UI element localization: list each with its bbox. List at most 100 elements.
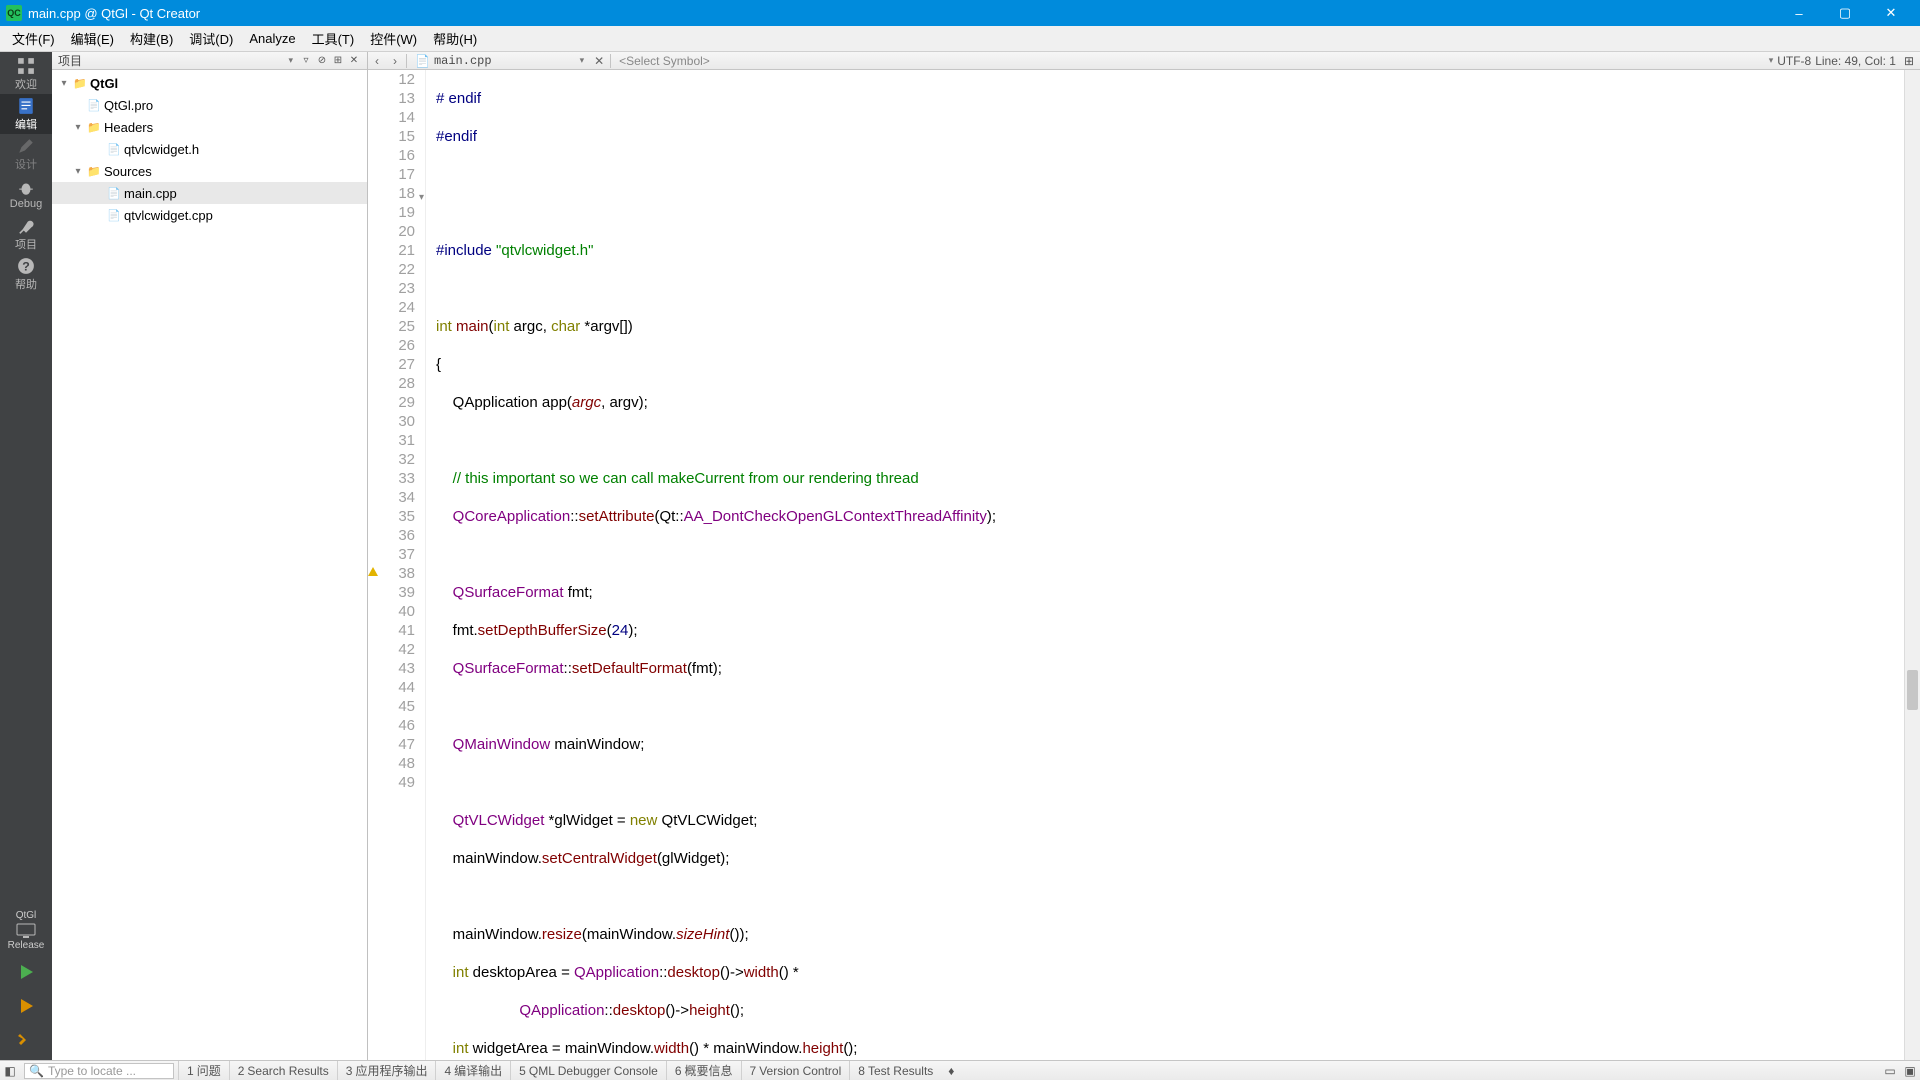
- scrollbar-thumb[interactable]: [1907, 670, 1918, 710]
- mode-projects[interactable]: 项目: [0, 214, 52, 254]
- debug-run-button[interactable]: [0, 992, 52, 1020]
- output-tab-tests[interactable]: 8 Test Results: [849, 1061, 941, 1080]
- tree-main-cpp[interactable]: 📄 main.cpp: [52, 182, 367, 204]
- menu-help[interactable]: 帮助(H): [425, 26, 485, 51]
- mode-welcome-label: 欢迎: [15, 76, 37, 92]
- mode-design[interactable]: 设计: [0, 134, 52, 174]
- menu-build[interactable]: 构建(B): [122, 26, 181, 51]
- window-titlebar: QC main.cpp @ QtGl - Qt Creator – ▢ ✕: [0, 0, 1920, 26]
- mode-edit[interactable]: 编辑: [0, 94, 52, 134]
- tree-header-file[interactable]: 📄 qtvlcwidget.h: [52, 138, 367, 160]
- play-icon: [16, 962, 36, 982]
- filter-icon[interactable]: ▿: [299, 54, 313, 68]
- menu-file[interactable]: 文件(F): [4, 26, 63, 51]
- dropdown-icon: ▾: [580, 55, 585, 66]
- output-tab-appoutput[interactable]: 3 应用程序输出: [337, 1061, 436, 1080]
- warning-icon[interactable]: [368, 567, 378, 576]
- app-icon: QC: [6, 5, 22, 21]
- sidebar-toggle-icon[interactable]: ◧: [0, 1061, 20, 1080]
- tree-widget-cpp[interactable]: 📄 qtvlcwidget.cpp: [52, 204, 367, 226]
- menu-debug[interactable]: 调试(D): [181, 26, 241, 51]
- output-menu-icon[interactable]: ♦: [941, 1061, 961, 1080]
- tree-pro-label: QtGl.pro: [104, 98, 153, 113]
- maximize-button[interactable]: ▢: [1822, 0, 1868, 26]
- search-icon: 🔍: [29, 1064, 44, 1078]
- mode-design-label: 设计: [15, 156, 37, 172]
- mode-selector-bar: 欢迎 编辑 设计 Debug 项目 ? 帮助 QtGl Release: [0, 52, 52, 1060]
- cpp-file-icon: 📄: [107, 208, 121, 222]
- document-icon: [17, 97, 35, 115]
- pencil-icon: [17, 137, 35, 155]
- mode-debug[interactable]: Debug: [0, 174, 52, 214]
- status-encoding[interactable]: UTF-8: [1777, 54, 1811, 68]
- minimize-button[interactable]: –: [1776, 0, 1822, 26]
- symbol-selector[interactable]: <Select Symbol>: [613, 54, 1763, 68]
- close-button[interactable]: ✕: [1868, 0, 1914, 26]
- status-linecol[interactable]: Line: 49, Col: 1: [1815, 54, 1896, 68]
- output-tab-general[interactable]: 6 概要信息: [666, 1061, 741, 1080]
- output-pane-bar: ◧ 🔍 Type to locate ... 1 问题 2 Search Res…: [0, 1060, 1920, 1080]
- tree-header-label: qtvlcwidget.h: [124, 142, 199, 157]
- bug-icon: [17, 179, 35, 197]
- link-icon[interactable]: ⊘: [315, 54, 329, 68]
- progress-bar-icon[interactable]: ▭: [1880, 1061, 1900, 1080]
- wrench-icon: [17, 217, 35, 235]
- editor-pane: ‹ › 📄 main.cpp ▾ ✕ <Select Symbol> ▾ UTF…: [368, 52, 1920, 1060]
- tree-project-root[interactable]: ▾📁 QtGl: [52, 72, 367, 94]
- tree-pro-file[interactable]: 📄 QtGl.pro: [52, 94, 367, 116]
- tree-sources-folder[interactable]: ▾📁 Sources: [52, 160, 367, 182]
- output-tab-vcs[interactable]: 7 Version Control: [741, 1061, 850, 1080]
- build-button[interactable]: [0, 1026, 52, 1054]
- play-debug-icon: [16, 996, 36, 1016]
- output-tab-search[interactable]: 2 Search Results: [229, 1061, 337, 1080]
- file-icon: 📄: [87, 98, 101, 112]
- dropdown-icon[interactable]: ▾: [1769, 55, 1774, 66]
- mode-welcome[interactable]: 欢迎: [0, 54, 52, 94]
- mode-help[interactable]: ? 帮助: [0, 254, 52, 294]
- project-icon: 📁: [73, 76, 87, 90]
- tree-widget-cpp-label: qtvlcwidget.cpp: [124, 208, 213, 223]
- tree-headers-folder[interactable]: ▾📁 Headers: [52, 116, 367, 138]
- run-button[interactable]: [0, 958, 52, 986]
- window-title: main.cpp @ QtGl - Qt Creator: [28, 6, 200, 21]
- nav-fwd-button[interactable]: ›: [386, 52, 404, 70]
- project-tree[interactable]: ▾📁 QtGl 📄 QtGl.pro ▾📁 Headers 📄 qtvlcwid…: [52, 70, 367, 1060]
- tab-close-button[interactable]: ✕: [590, 52, 608, 70]
- mode-debug-label: Debug: [10, 198, 42, 210]
- project-sidebar-header: 项目 ▾ ▿ ⊘ ⊞ ✕: [52, 52, 367, 70]
- folder-icon: 📁: [87, 164, 101, 178]
- menubar: 文件(F) 编辑(E) 构建(B) 调试(D) Analyze 工具(T) 控件…: [0, 26, 1920, 52]
- panel-close-icon[interactable]: ✕: [347, 54, 361, 68]
- target-name: QtGl: [16, 910, 37, 922]
- fold-icon[interactable]: ▾: [419, 188, 424, 207]
- menu-widgets[interactable]: 控件(W): [362, 26, 425, 51]
- project-sidebar-title: 项目: [58, 52, 82, 69]
- tree-project-label: QtGl: [90, 76, 118, 91]
- locator-input[interactable]: 🔍 Type to locate ...: [24, 1063, 174, 1079]
- code-editor[interactable]: 12131415 161718▾ 19202122 23242526 27282…: [368, 70, 1920, 1060]
- svg-text:?: ?: [22, 259, 30, 273]
- open-document-selector[interactable]: 📄 main.cpp ▾: [409, 54, 590, 68]
- nav-back-button[interactable]: ‹: [368, 52, 386, 70]
- line-number-gutter[interactable]: 12131415 161718▾ 19202122 23242526 27282…: [368, 70, 426, 1060]
- mode-projects-label: 项目: [15, 236, 37, 252]
- config-name: Release: [8, 940, 45, 952]
- close-output-icon[interactable]: ▣: [1900, 1061, 1920, 1080]
- split-editor-icon[interactable]: ⊞: [1904, 54, 1914, 68]
- dropdown-icon[interactable]: ▾: [288, 55, 293, 66]
- output-tab-compile[interactable]: 4 编译输出: [435, 1061, 510, 1080]
- output-tab-qml[interactable]: 5 QML Debugger Console: [510, 1061, 666, 1080]
- project-sidebar: 项目 ▾ ▿ ⊘ ⊞ ✕ ▾📁 QtGl 📄 QtGl.pro ▾📁 Heade…: [52, 52, 368, 1060]
- tree-sources-label: Sources: [104, 164, 152, 179]
- target-selector[interactable]: QtGl Release: [0, 910, 52, 952]
- tree-headers-label: Headers: [104, 120, 153, 135]
- monitor-icon: [15, 922, 37, 940]
- code-area[interactable]: # endif #endif #include "qtvlcwidget.h" …: [426, 70, 1904, 1060]
- menu-tools[interactable]: 工具(T): [304, 26, 363, 51]
- output-tab-issues[interactable]: 1 问题: [178, 1061, 229, 1080]
- menu-edit[interactable]: 编辑(E): [63, 26, 122, 51]
- split-icon[interactable]: ⊞: [331, 54, 345, 68]
- menu-analyze[interactable]: Analyze: [241, 26, 303, 51]
- tree-main-cpp-label: main.cpp: [124, 186, 177, 201]
- vertical-scrollbar[interactable]: [1904, 70, 1920, 1060]
